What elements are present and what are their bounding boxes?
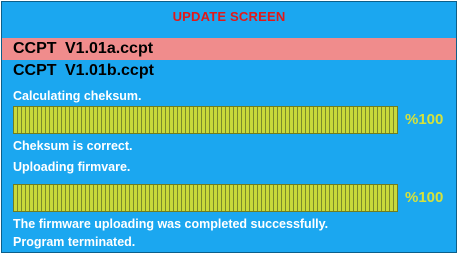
checksum-progress-bar [13, 106, 398, 134]
program-terminated: Program terminated. [13, 235, 136, 249]
upload-result: The firmware uploading was completed suc… [13, 217, 329, 231]
checksum-status: Calculating cheksum. [13, 89, 142, 103]
checksum-result: Cheksum is correct. [13, 139, 133, 153]
checksum-progress-label: %100 [405, 111, 444, 128]
file-item[interactable]: CCPT V1.01b.ccpt [2, 60, 456, 82]
upload-progress-label: %100 [405, 189, 444, 206]
screen-title: UPDATE SCREEN [172, 9, 286, 24]
upload-progress-bar [13, 184, 398, 212]
update-screen: UPDATE SCREEN CCPT V1.01a.ccpt CCPT V1.0… [1, 1, 457, 253]
upload-status: Uploading firmvare. [13, 160, 131, 174]
file-item-selected[interactable]: CCPT V1.01a.ccpt [2, 38, 456, 60]
